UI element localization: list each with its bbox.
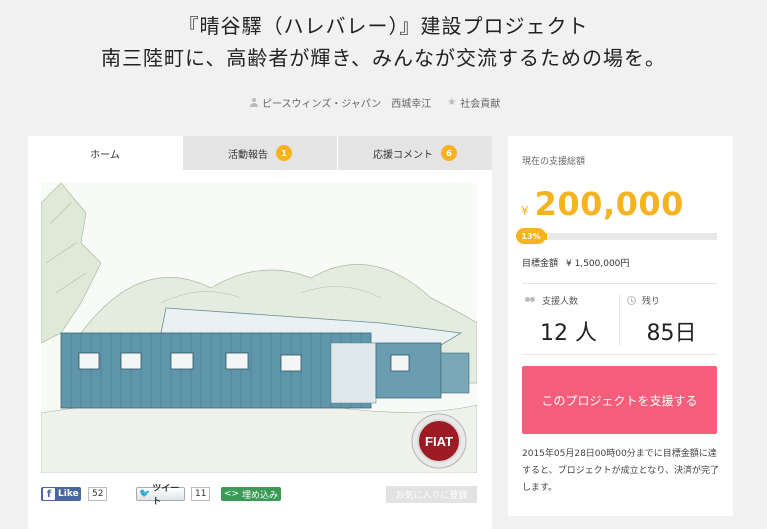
project-main-panel: ホーム 活動報告 1 応援コメント 6 FIAT f Like 52 🐦 ツイー… (28, 136, 492, 529)
project-subtitle: 南三陸町に、高齢者が輝き、みんなが交流するための場を。 (101, 46, 666, 70)
embed-button[interactable]: <> 埋め込み (221, 487, 281, 501)
fiat-logo: FIAT (425, 434, 453, 449)
project-owner[interactable]: ピースウィンズ・ジャパン 西城幸江 (262, 95, 431, 110)
goal-amount: 目標金額 ¥ 1,500,000円 (522, 256, 629, 269)
divider (522, 354, 717, 355)
star-icon: ★ (447, 97, 457, 108)
clock-icon (627, 296, 636, 305)
tweet-button[interactable]: 🐦 ツイート (136, 484, 185, 507)
currency-symbol: ¥ (521, 204, 529, 218)
project-category[interactable]: 社会貢献 (460, 95, 500, 110)
tab-activity-reports[interactable]: 活動報告 1 (182, 136, 337, 170)
remaining-days-stat: 残り 85日 (623, 294, 720, 347)
support-project-button[interactable]: このプロジェクトを支援する (522, 366, 717, 434)
facebook-icon: f (43, 488, 55, 500)
activity-count-badge: 1 (276, 145, 292, 161)
user-icon (250, 98, 258, 107)
comment-count-badge: 6 (441, 145, 457, 161)
remaining-value: 85日 (646, 321, 697, 346)
twitter-bird-icon: 🐦 (139, 489, 151, 499)
facebook-like-label: Like (58, 489, 79, 499)
tweet-count: 11 (191, 487, 211, 501)
remaining-label: 残り (642, 297, 661, 307)
project-title: 『晴谷驛（ハレバレー）』建設プロジェクト (178, 14, 589, 38)
amount-value: 200,000 (534, 185, 684, 223)
project-meta: ピースウィンズ・ジャパン 西城幸江 ★ 社会貢献 (250, 95, 500, 110)
add-to-favorites-button[interactable]: お気に入りに登録 (386, 486, 477, 503)
funding-progress-bar (522, 233, 717, 240)
tab-activity-reports-label: 活動報告 (228, 149, 268, 161)
funding-panel: 現在の支援総額 ¥ 200,000 13% 目標金額 ¥ 1,500,000円 … (508, 136, 733, 516)
social-share-bar: f Like 52 🐦 ツイート 11 <> 埋め込み お気に入りに登録 (41, 484, 477, 507)
tweet-label: ツイート (152, 484, 180, 507)
supporters-stat: 支援人数 12 人 (520, 294, 617, 347)
tab-support-comments-label: 応援コメント (373, 149, 433, 161)
building-sketch-illustration: FIAT (41, 183, 477, 473)
supporters-value: 12 人 (540, 321, 597, 346)
funding-percent-badge: 13% (516, 228, 546, 244)
stat-divider (619, 294, 620, 346)
code-icon: <> (223, 489, 240, 499)
goal-value: ¥ 1,500,000円 (566, 259, 630, 269)
divider (522, 283, 717, 284)
funding-deadline-note: 2015年05月28日00時00分までに目標金額に達すると、プロジェクトが成立と… (522, 449, 720, 493)
tab-home[interactable]: ホーム (28, 136, 182, 170)
total-support-label: 現在の支援総額 (522, 157, 586, 167)
total-support-amount: ¥ 200,000 (521, 185, 684, 223)
project-tabs: ホーム 活動報告 1 応援コメント 6 (28, 136, 492, 170)
facebook-like-count: 52 (88, 487, 108, 501)
people-icon (524, 296, 536, 305)
goal-label: 目標金額 (522, 259, 559, 269)
embed-label: 埋め込み (242, 490, 279, 501)
project-hero-image: FIAT (41, 183, 477, 473)
tab-support-comments[interactable]: 応援コメント 6 (337, 136, 492, 170)
tab-home-label: ホーム (90, 149, 120, 161)
facebook-like-button[interactable]: f Like (41, 487, 81, 501)
supporters-label: 支援人数 (542, 297, 579, 307)
